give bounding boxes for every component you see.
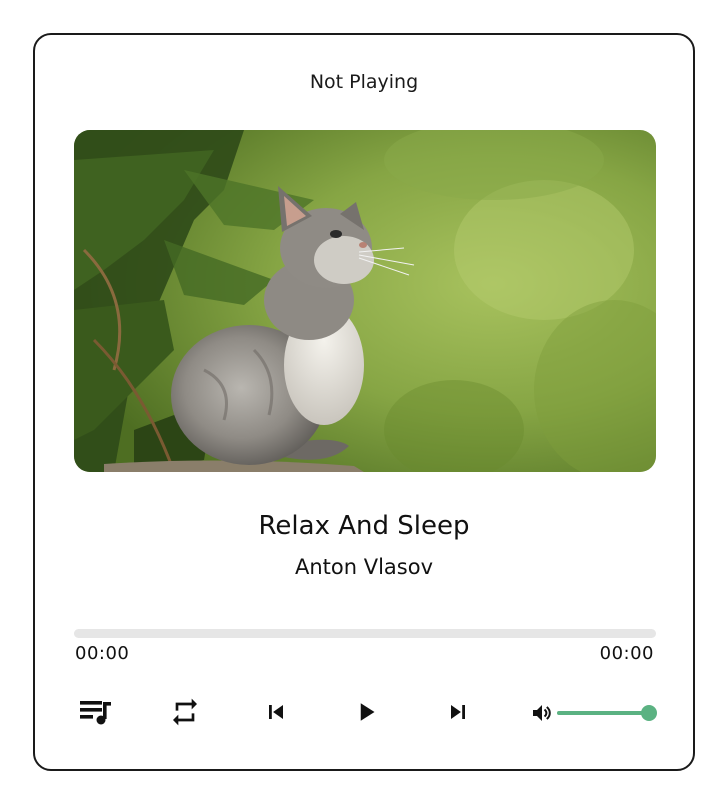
play-button[interactable] — [345, 690, 389, 734]
music-player-card: Not Playing Relax And Sleep Anton Vlasov… — [33, 33, 695, 771]
volume-slider-handle[interactable] — [641, 705, 657, 721]
play-icon — [360, 703, 375, 721]
current-time: 00:00 — [75, 643, 130, 664]
track-title: Relax And Sleep — [258, 511, 470, 541]
total-time: 00:00 — [599, 643, 654, 664]
volume-slider[interactable] — [557, 705, 657, 721]
repeat-icon — [173, 698, 197, 726]
next-track-button[interactable] — [436, 690, 480, 734]
playlist-music-icon — [80, 701, 111, 725]
progress-bar[interactable] — [74, 629, 656, 638]
volume-button[interactable] — [530, 701, 554, 725]
repeat-button[interactable] — [163, 690, 207, 734]
album-cover-image — [74, 130, 656, 472]
volume-slider-fill — [557, 711, 649, 715]
skip-previous-icon — [269, 705, 283, 719]
playlist-button[interactable] — [73, 690, 117, 734]
previous-track-button[interactable] — [254, 690, 298, 734]
playback-status: Not Playing — [309, 71, 419, 93]
track-artist: Anton Vlasov — [294, 555, 434, 579]
volume-icon — [533, 705, 551, 721]
skip-next-icon — [451, 705, 465, 719]
playback-controls — [35, 690, 693, 734]
